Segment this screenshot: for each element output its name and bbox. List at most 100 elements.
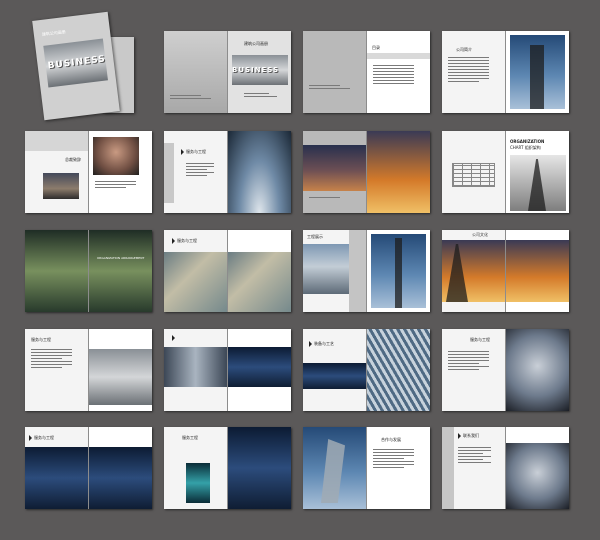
grey-side-band [349,230,366,312]
spine-gutter [366,427,367,509]
spine-gutter [88,427,89,509]
contents-list [373,65,424,86]
spread-statue-landscape[interactable]: ORGANIZATION ARRANGEMENT [25,230,152,312]
message-heading: 总裁致辞 [65,157,81,162]
spread-right-page: 合作与发展 [367,427,430,509]
brochure-mockup-canvas: 建筑公司画册 BUSINESS 建筑公司画册 BUSINESS 目录 公司简介 [0,0,600,540]
front-cover-book[interactable]: 建筑公司画册 BUSINESS [32,11,120,121]
spread-left-page [25,230,88,312]
office-heading: 服务与工程 [31,337,51,342]
grey-tab [442,427,454,509]
equipment-heading: 装备与工艺 [314,341,334,346]
cooperation-text [373,449,424,470]
spread-company-culture[interactable]: 公司文化 [442,230,569,312]
spine-gutter [227,230,228,312]
spread-president-message[interactable]: 总裁致辞 [25,131,152,213]
message-text [95,181,146,190]
spread-contact-us[interactable]: 联系我们 [442,427,569,509]
night-city-heading: 服务与工程 [34,435,54,440]
spread-left-page: 工程展示 [303,230,366,312]
chevron-icon [172,238,175,244]
spine-gutter [227,329,228,411]
spread-night-city[interactable]: 服务与工程 [25,427,152,509]
night-city-photo-left [25,447,88,509]
chevron-icon [172,335,175,341]
spread-left-page: 联系我们 [442,427,505,509]
spread-right-page [367,230,430,312]
opening-right-title: 建筑公司画册 [244,41,268,46]
spine-gutter [505,131,506,213]
bridge-photo [367,131,430,213]
night-city-photo-right [89,447,152,509]
spread-left-page: 服务与工程 [164,131,227,213]
spread-city-skyline[interactable] [303,131,430,213]
spread-right-page: 目录 [367,31,430,113]
left-text-block [170,95,221,101]
spread-left-page: 服务工程 [164,427,227,509]
spine-gutter [505,31,506,113]
portrait-photo [93,137,139,175]
steel-columns-photo [164,347,227,387]
spine-gutter [505,427,506,509]
spread-steel-structure[interactable] [164,329,291,411]
towers-night-photo [228,347,291,387]
contents-heading: 目录 [372,45,380,50]
spread-left-page: 服务与工程 [25,427,88,509]
spread-left-page [442,131,505,213]
dome-heading: 服务与工程 [470,337,490,342]
opening-big-word: BUSINESS [232,66,280,74]
spread-cover-opening[interactable]: 建筑公司画册 BUSINESS [164,31,291,113]
statue-photo [25,230,88,312]
spread-right-page [89,230,152,312]
tall-tower-shape [395,238,402,308]
spread-right-page [89,131,152,213]
spread-left-page [164,329,227,411]
chevron-icon [29,435,32,441]
spread-right-page [367,131,430,213]
spine-gutter [505,329,506,411]
spread-company-profile[interactable]: 公司简介 [442,31,569,113]
spread-aerial-view[interactable]: 服务与工程 [164,230,291,312]
spread-service-atrium[interactable]: 服务与工程 [164,131,291,213]
spread-right-page [89,427,152,509]
spine-gutter [366,230,367,312]
spread-left-page [25,131,88,213]
spread-left-page: 服务与工程 [442,329,505,411]
spread-contents[interactable]: 目录 [303,31,430,113]
chevron-icon [458,433,461,439]
spread-dome-building[interactable]: 服务与工程 [442,329,569,411]
spread-right-page: 建筑公司画册 BUSINESS [228,31,291,113]
spread-left-page: 服务与工程 [25,329,88,411]
spine-gutter [88,329,89,411]
spread-project-showcase[interactable]: 工程展示 [303,230,430,312]
cover-title: 建筑公司画册 [41,29,67,37]
spine-gutter [505,230,506,312]
chevron-icon [309,341,312,347]
spread-right-page [89,329,152,411]
spread-cooperation[interactable]: 合作与发展 [303,427,430,509]
spread-left-page: 公司简介 [442,31,505,113]
spread-organization-chart[interactable]: ORGANIZATION CHART 组织架构 [442,131,569,213]
profile-heading: 公司简介 [456,47,472,52]
spread-left-page [303,31,366,113]
handshake-photo [506,443,569,509]
spine-gutter [88,131,89,213]
spread-equipment-craft[interactable]: 装备与工艺 [303,329,430,411]
aerial-photo-right [228,252,291,312]
office-building-photo [89,349,152,405]
spread-office-building[interactable]: 服务与工程 [25,329,152,411]
org-heading-line2: CHART 组织架构 [510,145,541,150]
spine-gutter [227,131,228,213]
waterfront-photo [303,363,366,389]
contact-heading: 联系我们 [463,433,479,438]
skyscraper-shape [530,45,544,109]
cooperation-heading: 合作与发展 [381,437,401,442]
spread-service-project[interactable]: 服务工程 [164,427,291,509]
spread-right-page [228,329,291,411]
spread-left-page [303,427,366,509]
dome-building-photo [506,329,569,411]
culture-heading: 公司文化 [472,232,488,237]
spine-gutter [366,329,367,411]
spread-left-page: 服务与工程 [164,230,227,312]
spread-right-page [228,427,291,509]
